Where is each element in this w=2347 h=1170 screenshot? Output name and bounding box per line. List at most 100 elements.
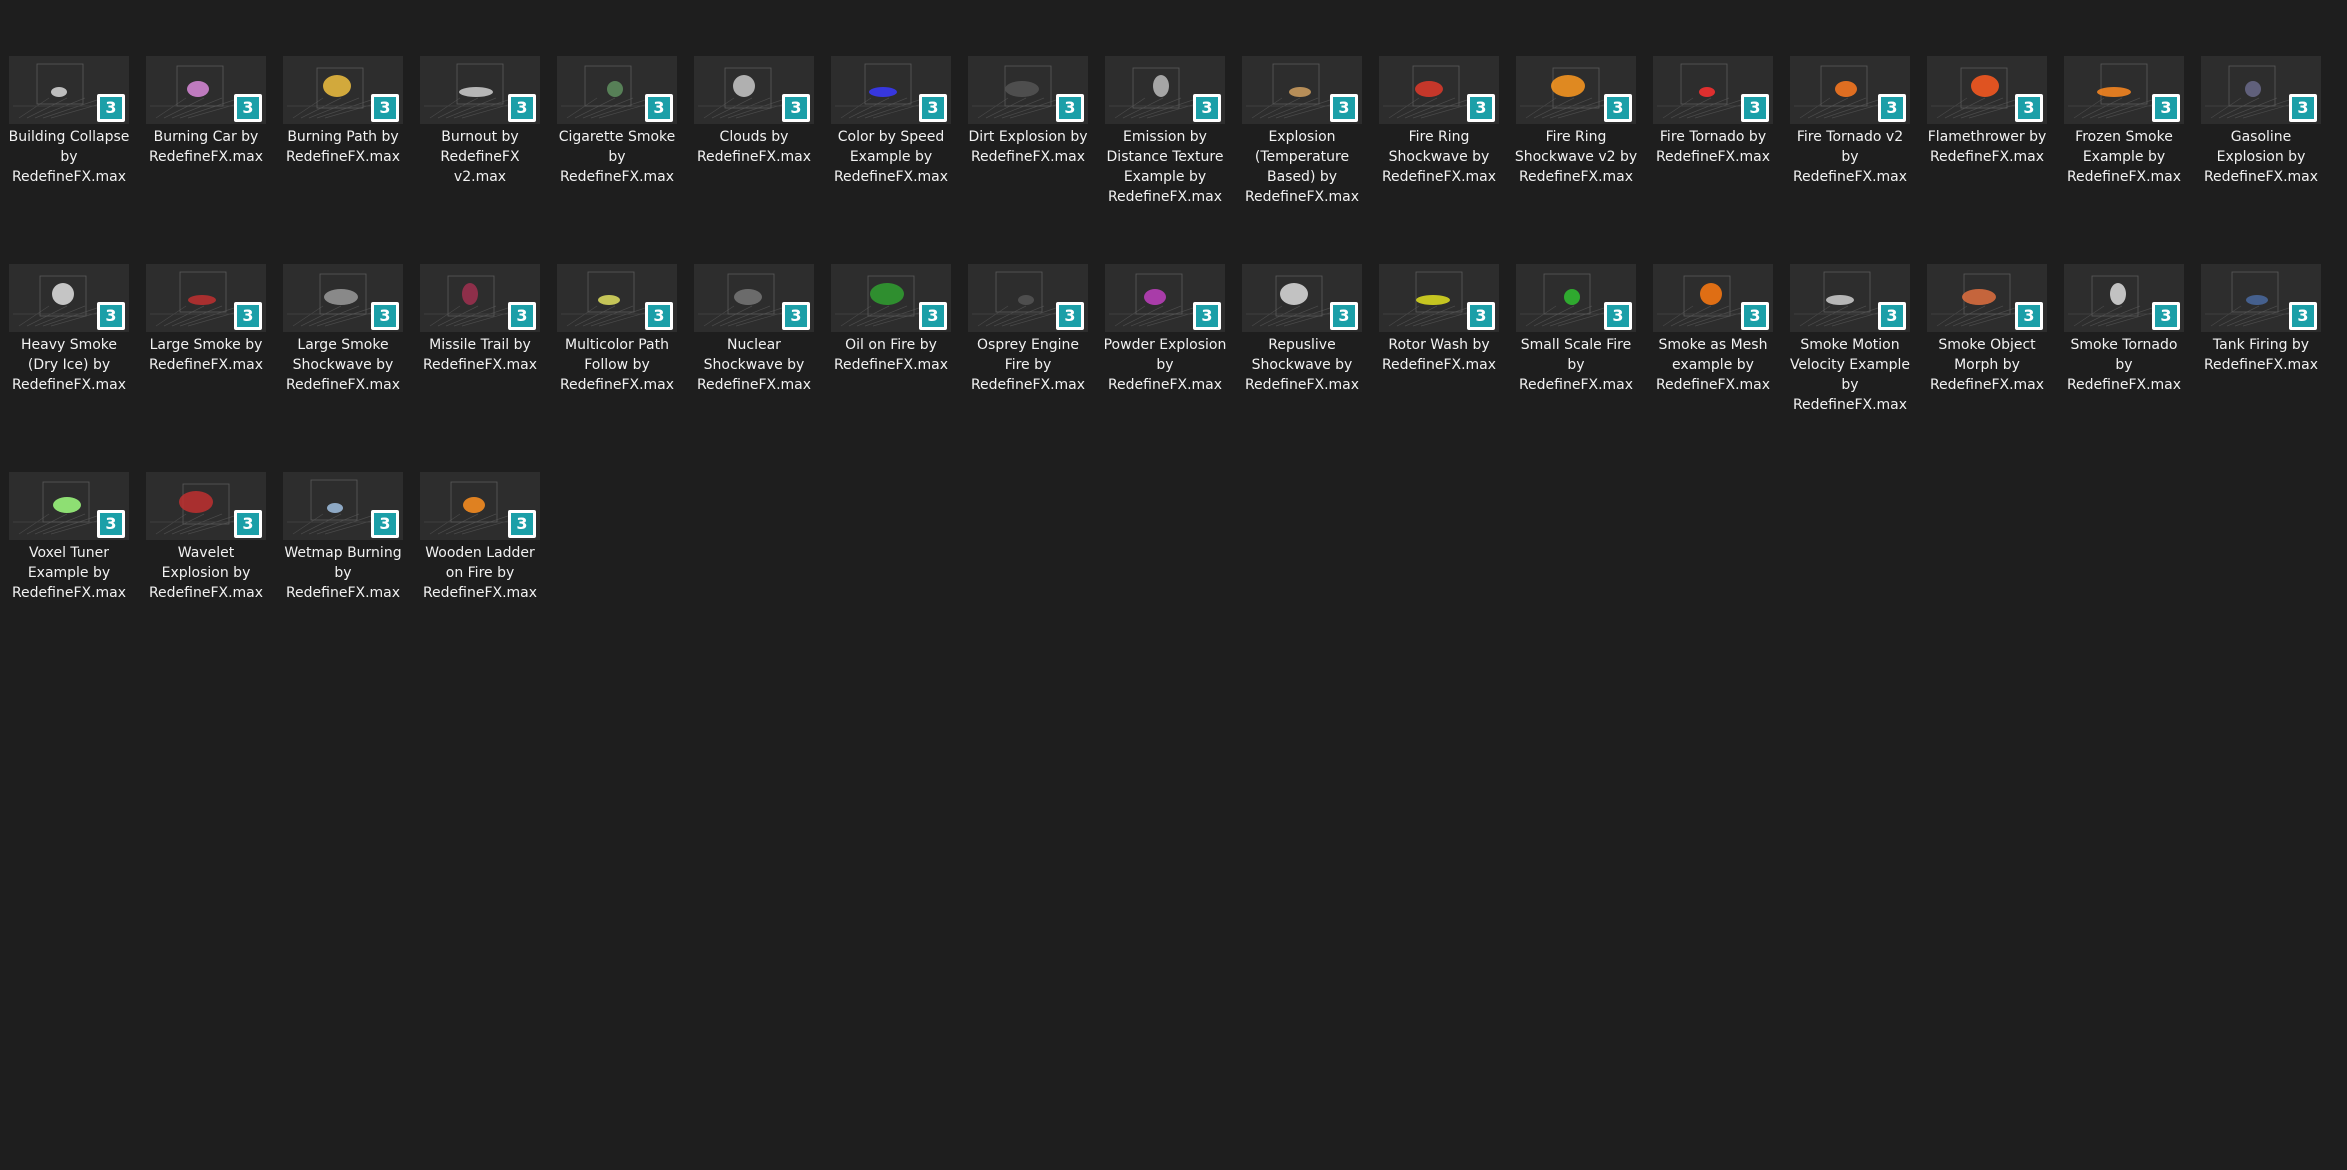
file-item[interactable]: 3 Rotor Wash by RedefineFX.max [1379, 264, 1499, 472]
file-type-badge-label: 3 [1744, 97, 1766, 119]
file-item[interactable]: 3 Large Smoke Shockwave by RedefineFX.max [283, 264, 403, 472]
file-item[interactable]: 3 Fire Tornado by RedefineFX.max [1653, 56, 1773, 264]
file-thumbnail: 3 [1790, 264, 1910, 332]
file-thumbnail: 3 [1516, 264, 1636, 332]
file-name-label: Burnout by RedefineFX v2.max [440, 129, 520, 185]
file-thumbnail: 3 [283, 56, 403, 124]
file-type-badge-label: 3 [2018, 305, 2040, 327]
file-name-label: Heavy Smoke (Dry Ice) by RedefineFX.max [11, 337, 127, 393]
3ds-max-file-icon: 3 [919, 94, 947, 122]
3ds-max-file-icon: 3 [508, 302, 536, 330]
file-type-badge-label: 3 [2155, 305, 2177, 327]
file-item[interactable]: 3 Fire Ring Shockwave v2 by RedefineFX.ma… [1515, 56, 1637, 264]
file-type-badge-label: 3 [922, 97, 944, 119]
file-thumbnail: 3 [1105, 56, 1225, 124]
file-type-badge-label: 3 [785, 97, 807, 119]
file-item[interactable]: 3 Voxel Tuner Example by RedefineFX.max [9, 472, 129, 680]
file-type-badge-label: 3 [237, 97, 259, 119]
file-item[interactable]: 3 Multicolor Path Follow by RedefineFX.ma… [557, 264, 677, 472]
file-type-badge-label: 3 [1470, 305, 1492, 327]
file-item[interactable]: 3 Smoke as Mesh example by RedefineFX.max [1653, 264, 1773, 472]
file-item[interactable]: 3 Smoke Object Morph by RedefineFX.max [1927, 264, 2047, 472]
3ds-max-file-icon: 3 [2289, 302, 2317, 330]
3ds-max-file-icon: 3 [2015, 94, 2043, 122]
file-thumbnail: 3 [1653, 56, 1773, 124]
file-thumbnail: 3 [146, 56, 266, 124]
file-item[interactable]: 3 Nuclear Shockwave by RedefineFX.max [694, 264, 814, 472]
file-item[interactable]: 3 Fire Ring Shockwave by RedefineFX.max [1379, 56, 1499, 264]
file-item[interactable]: 3 Burnout by RedefineFX v2.max [420, 56, 540, 264]
file-item[interactable]: 3 Large Smoke by RedefineFX.max [146, 264, 266, 472]
file-type-badge-label: 3 [511, 513, 533, 535]
file-item[interactable]: 3 Powder Explosion by RedefineFX.max [1103, 264, 1227, 472]
file-thumbnail: 3 [1242, 264, 1362, 332]
3ds-max-file-icon: 3 [508, 94, 536, 122]
3ds-max-file-icon: 3 [645, 302, 673, 330]
file-thumbnail: 3 [968, 264, 1088, 332]
3ds-max-file-icon: 3 [782, 302, 810, 330]
file-item[interactable]: 3 Burning Path by RedefineFX.max [283, 56, 403, 264]
file-item[interactable]: 3 Wooden Ladder on Fire by RedefineFX.max [420, 472, 540, 680]
3ds-max-file-icon: 3 [97, 94, 125, 122]
file-item[interactable]: 3 Oil on Fire by RedefineFX.max [831, 264, 951, 472]
3ds-max-file-icon: 3 [2015, 302, 2043, 330]
file-type-badge-label: 3 [374, 97, 396, 119]
3ds-max-file-icon: 3 [1741, 94, 1769, 122]
file-item[interactable]: 3 Smoke Tornado by RedefineFX.max [2064, 264, 2184, 472]
file-type-badge-label: 3 [1059, 97, 1081, 119]
file-name-label: Smoke Motion Velocity Example by Redefin… [1789, 337, 1911, 413]
file-type-badge-label: 3 [1607, 97, 1629, 119]
file-item[interactable]: 3 Color by Speed Example by RedefineFX.ma… [831, 56, 951, 264]
file-item[interactable]: 3 Building Collapse by RedefineFX.max [9, 56, 129, 264]
file-name-label: Frozen Smoke Example by RedefineFX.max [2066, 129, 2182, 185]
file-name-label: Smoke as Mesh example by RedefineFX.max [1655, 337, 1771, 393]
3ds-max-file-icon: 3 [2289, 94, 2317, 122]
file-thumbnail: 3 [283, 472, 403, 540]
file-type-badge-label: 3 [100, 513, 122, 535]
file-item[interactable]: 3 Wetmap Burning by RedefineFX.max [283, 472, 403, 680]
file-item[interactable]: 3 Small Scale Fire by RedefineFX.max [1516, 264, 1636, 472]
file-name-label: Tank Firing by RedefineFX.max [2203, 337, 2319, 373]
file-type-badge-label: 3 [100, 305, 122, 327]
file-item[interactable]: 3 Missile Trail by RedefineFX.max [420, 264, 540, 472]
file-item[interactable]: 3 Flamethrower by RedefineFX.max [1927, 56, 2047, 264]
file-thumbnail: 3 [557, 264, 677, 332]
3ds-max-file-icon: 3 [1330, 302, 1358, 330]
file-type-badge-label: 3 [648, 305, 670, 327]
file-item[interactable]: 3 Frozen Smoke Example by RedefineFX.max [2064, 56, 2184, 264]
file-item[interactable]: 3 Fire Tornado v2 by RedefineFX.max [1790, 56, 1910, 264]
file-type-badge-label: 3 [2018, 97, 2040, 119]
file-type-badge-label: 3 [1196, 305, 1218, 327]
file-name-label: Building Collapse by RedefineFX.max [8, 129, 130, 185]
file-item[interactable]: 3 Tank Firing by RedefineFX.max [2201, 264, 2321, 472]
file-item[interactable]: 3 Clouds by RedefineFX.max [694, 56, 814, 264]
file-item[interactable]: 3 Emission by Distance Texture Example by… [1105, 56, 1225, 264]
file-thumbnail: 3 [1790, 56, 1910, 124]
file-item[interactable]: 3 Wavelet Explosion by RedefineFX.max [146, 472, 266, 680]
file-name-label: Smoke Tornado by RedefineFX.max [2066, 337, 2182, 393]
file-item[interactable]: 3 Explosion (Temperature Based) by Redefi… [1242, 56, 1362, 264]
file-item[interactable]: 3 Burning Car by RedefineFX.max [146, 56, 266, 264]
file-item[interactable]: 3 Smoke Motion Velocity Example by Redefi… [1790, 264, 1910, 472]
3ds-max-file-icon: 3 [1878, 94, 1906, 122]
file-type-badge-label: 3 [1470, 97, 1492, 119]
file-type-badge-label: 3 [2292, 97, 2314, 119]
file-type-badge-label: 3 [2155, 97, 2177, 119]
file-name-label: Powder Explosion by RedefineFX.max [1103, 337, 1227, 393]
file-item[interactable]: 3 Repuslive Shockwave by RedefineFX.max [1242, 264, 1362, 472]
file-thumbnail: 3 [1242, 56, 1362, 124]
file-thumbnail: 3 [968, 56, 1088, 124]
file-item[interactable]: 3 Gasoline Explosion by RedefineFX.max [2201, 56, 2321, 264]
file-item[interactable]: 3 Osprey Engine Fire by RedefineFX.max [968, 264, 1088, 472]
3ds-max-file-icon: 3 [919, 302, 947, 330]
file-thumbnail: 3 [1379, 264, 1499, 332]
file-type-badge-label: 3 [374, 305, 396, 327]
3ds-max-file-icon: 3 [234, 510, 262, 538]
file-type-badge-label: 3 [1333, 97, 1355, 119]
3ds-max-file-icon: 3 [1193, 302, 1221, 330]
file-thumbnail: 3 [694, 56, 814, 124]
file-item[interactable]: 3 Heavy Smoke (Dry Ice) by RedefineFX.max [9, 264, 129, 472]
file-item[interactable]: 3 Dirt Explosion by RedefineFX.max [968, 56, 1088, 264]
file-item[interactable]: 3 Cigarette Smoke by RedefineFX.max [557, 56, 677, 264]
file-grid: 3 Building Collapse by RedefineFX.max 3 Bur… [9, 56, 2339, 680]
